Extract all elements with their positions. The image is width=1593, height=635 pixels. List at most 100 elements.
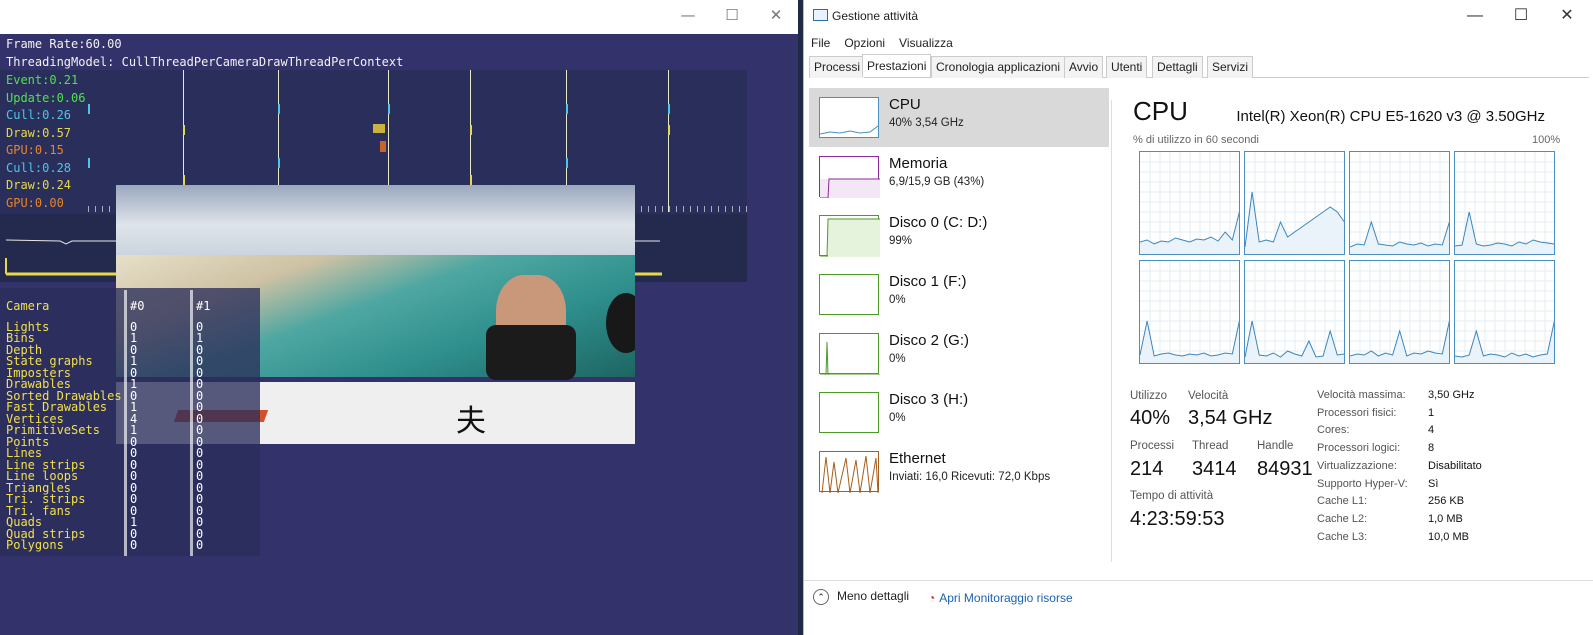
resource-name: Memoria xyxy=(889,155,948,172)
resource-summary: 6,9/15,9 GB (43%) xyxy=(889,176,985,188)
menu-visualizza[interactable]: Visualizza xyxy=(892,36,960,50)
cpu-heading: CPU xyxy=(1133,96,1188,126)
vest-image xyxy=(486,325,576,380)
maximize-button[interactable]: ☐ xyxy=(710,6,754,24)
draw-tick xyxy=(183,175,185,185)
chevron-up-icon: ⌃ xyxy=(813,589,829,605)
resource-name: Disco 0 (C: D:) xyxy=(889,214,988,231)
resource-thumbnail xyxy=(819,451,879,494)
stat-label: Draw:0.24 xyxy=(6,178,72,192)
column-separator xyxy=(124,290,127,556)
resource-name: Disco 3 (H:) xyxy=(889,391,969,408)
speed-value: 3,54 GHz xyxy=(1188,407,1273,429)
resource-item-disco[interactable]: Disco 3 (H:) 0% xyxy=(809,383,1109,442)
resource-item-ethernet[interactable]: Ethernet Inviati: 16,0 Ricevuti: 72,0 Kbp… xyxy=(809,442,1109,501)
threads-label: Thread xyxy=(1192,440,1229,452)
resource-summary: 0% xyxy=(889,353,906,365)
minimize-button[interactable]: — xyxy=(666,6,710,24)
draw-tick xyxy=(470,175,472,185)
camera-row-name: Polygons xyxy=(6,538,64,552)
tab-cronologia[interactable]: Cronologia applicazioni xyxy=(931,56,1066,78)
resource-item-disco[interactable]: Disco 2 (G:) 0% xyxy=(809,324,1109,383)
tab-processi[interactable]: Processi xyxy=(809,56,866,78)
frame-marker xyxy=(668,70,669,212)
graph-caption: % di utilizzo in 60 secondi xyxy=(1133,134,1259,146)
resource-thumbnail xyxy=(819,392,879,433)
cull-tick xyxy=(278,104,280,114)
tab-avvio[interactable]: Avvio xyxy=(1064,56,1104,78)
resource-thumbnail xyxy=(819,274,879,315)
cull-tick xyxy=(668,104,670,114)
close-button[interactable]: ✕ xyxy=(754,6,798,24)
uptime-label: Tempo di attività xyxy=(1130,490,1214,502)
frame-rate-text: Frame Rate:60.00 xyxy=(6,37,122,51)
logical-cpu-graph xyxy=(1244,260,1345,364)
resource-item-cpu[interactable]: CPU 40% 3,54 GHz xyxy=(809,88,1109,147)
tab-prestazioni[interactable]: Prestazioni xyxy=(862,54,932,77)
cull-tick xyxy=(88,158,90,168)
maximize-button[interactable]: ☐ xyxy=(1498,4,1544,28)
threading-model-text: ThreadingModel: CullThreadPerCameraDrawT… xyxy=(6,54,404,69)
draw-block xyxy=(373,124,385,133)
fewer-details-button[interactable]: ⌃ Meno dettagli xyxy=(813,589,909,605)
stat-label: Cull:0.28 xyxy=(6,160,72,175)
util-value: 40% xyxy=(1130,407,1171,429)
resource-thumbnail xyxy=(819,156,880,199)
stats-labels: Event:0.21 Update:0.06 Cull:0.26 Draw:0.57 G… xyxy=(6,72,85,212)
pane-divider xyxy=(1111,100,1112,562)
logical-cpu-graphs xyxy=(1139,151,1559,367)
resource-name: Ethernet xyxy=(889,450,946,467)
spec-value: 1 xyxy=(1428,406,1435,419)
resource-item-disco[interactable]: Disco 0 (C: D:) 99% xyxy=(809,206,1109,265)
close-button[interactable]: ✕ xyxy=(1544,4,1590,28)
spec-key: Processori logici: xyxy=(1317,442,1401,455)
cpu-model: Intel(R) Xeon(R) CPU E5-1620 v3 @ 3.50GH… xyxy=(1236,108,1545,125)
resource-name: CPU xyxy=(889,96,921,113)
spec-value: 10,0 MB xyxy=(1428,530,1469,543)
hud-header: Frame Rate:60.00 ThreadingModel: CullThr… xyxy=(6,36,403,71)
tab-servizi[interactable]: Servizi xyxy=(1207,56,1254,78)
spec-key: Processori fisici: xyxy=(1317,406,1397,419)
processes-value: 214 xyxy=(1130,458,1164,480)
logical-cpu-graph xyxy=(1139,260,1240,364)
tab-utenti[interactable]: Utenti xyxy=(1106,56,1148,78)
tm-title-bar: Gestione attività — ☐ ✕ xyxy=(804,0,1593,32)
draw-tick xyxy=(668,125,670,135)
minimize-button[interactable]: — xyxy=(1452,4,1498,28)
menu-opzioni[interactable]: Opzioni xyxy=(837,36,892,50)
stat-label: GPU:0.00 xyxy=(6,195,64,210)
util-label: Utilizzo xyxy=(1130,390,1168,402)
cull-tick xyxy=(566,104,568,114)
logical-cpu-graph xyxy=(1454,260,1555,364)
resource-summary: 0% xyxy=(889,294,906,306)
gpu-block xyxy=(380,141,386,152)
resource-summary: 99% xyxy=(889,235,913,247)
draw-tick xyxy=(470,125,472,135)
osg-title-bar: — ☐ ✕ xyxy=(0,0,798,34)
camera-row-c0: 0 xyxy=(130,538,138,552)
camera-row-c1: 0 xyxy=(196,538,204,552)
resource-monitor-icon: ◔ xyxy=(928,591,936,605)
resource-item-memoria[interactable]: Memoria 6,9/15,9 GB (43%) xyxy=(809,147,1109,206)
resource-thumbnail xyxy=(819,333,880,376)
stat-label: Draw:0.57 xyxy=(6,125,72,140)
logical-cpu-graph xyxy=(1454,151,1555,255)
spec-value: 4 xyxy=(1428,424,1435,437)
camera-header: Camera xyxy=(6,299,50,313)
calligraphy-glyph: 夫 xyxy=(456,404,486,439)
stat-label: GPU:0.15 xyxy=(6,143,64,157)
spec-key: Cache L2: xyxy=(1317,512,1368,525)
tab-dettagli[interactable]: Dettagli xyxy=(1152,56,1203,78)
resource-name: Disco 2 (G:) xyxy=(889,332,970,349)
open-resource-monitor-link[interactable]: ◔ Apri Monitoraggio risorse xyxy=(928,591,1073,605)
resource-thumbnail xyxy=(819,215,880,258)
spec-value: 3,50 GHz xyxy=(1428,389,1475,401)
camera-row-names: Camera Lights Bins Depth State graphs Imposte… xyxy=(6,298,122,552)
menu-file[interactable]: File xyxy=(804,36,837,50)
handles-value: 84931 xyxy=(1257,458,1313,480)
logical-cpu-graph xyxy=(1244,151,1345,255)
logical-cpu-graph xyxy=(1139,151,1240,255)
logical-cpu-graph xyxy=(1349,260,1450,364)
resource-item-disco[interactable]: Disco 1 (F:) 0% xyxy=(809,265,1109,324)
footer-divider xyxy=(804,580,1593,581)
